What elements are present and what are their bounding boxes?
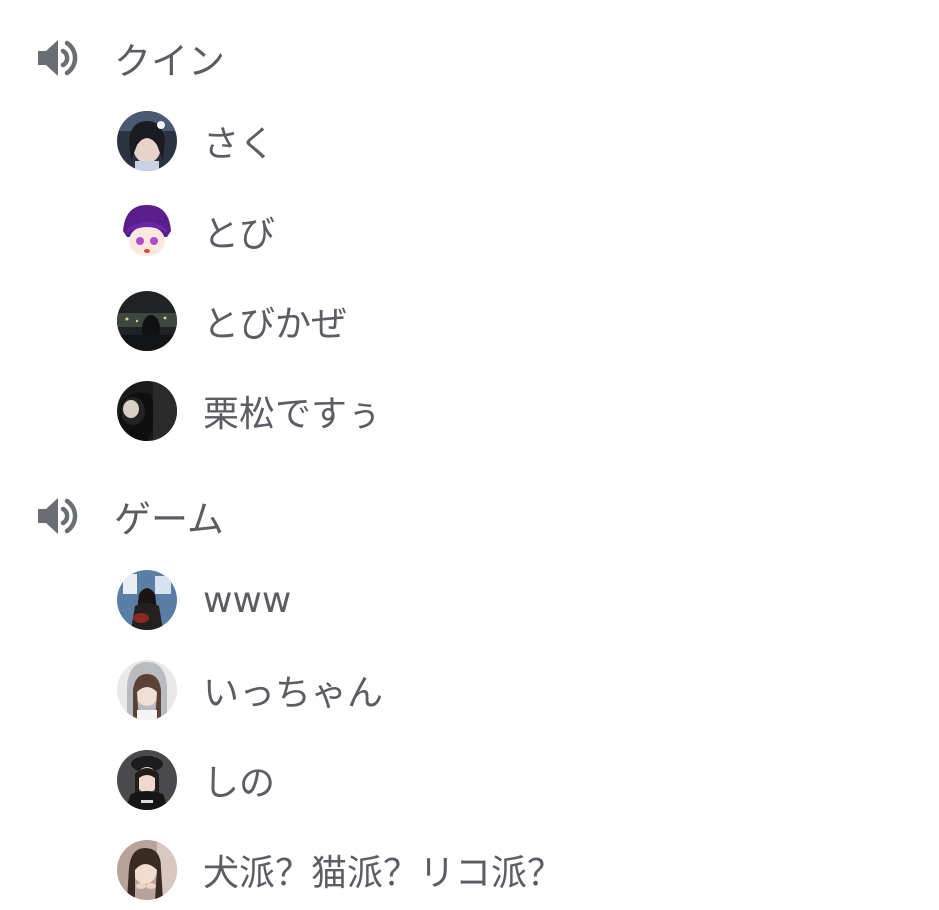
voice-member[interactable]: しの <box>117 750 275 810</box>
speaker-icon <box>38 40 78 76</box>
voice-member[interactable]: いっちゃん <box>117 660 383 720</box>
voice-member[interactable]: 栗松ですぅ <box>117 381 382 441</box>
avatar[interactable] <box>117 570 177 630</box>
member-name: www <box>203 579 292 621</box>
voice-channel-game[interactable]: ゲーム <box>36 491 224 541</box>
member-name: いっちゃん <box>203 673 384 714</box>
member-name: とびかぜ <box>203 304 348 345</box>
voice-member[interactable]: さく <box>117 111 275 171</box>
voice-member[interactable]: 犬派？猫派？リコ派？ <box>117 840 563 900</box>
avatar[interactable] <box>117 381 177 441</box>
avatar[interactable] <box>117 750 177 810</box>
voice-member[interactable]: とび <box>117 201 275 261</box>
channel-name: ゲーム <box>114 498 224 541</box>
channel-name: クイン <box>114 40 225 83</box>
member-name: 栗松ですぅ <box>203 394 382 435</box>
avatar[interactable] <box>117 201 177 261</box>
avatar[interactable] <box>117 291 177 351</box>
avatar[interactable] <box>117 111 177 171</box>
voice-channel-quin[interactable]: クイン <box>36 33 225 83</box>
member-name: さく <box>203 124 276 165</box>
avatar[interactable] <box>117 840 177 900</box>
member-name: しの <box>203 763 276 804</box>
member-name: 犬派？猫派？リコ派？ <box>203 853 564 894</box>
voice-member[interactable]: とびかぜ <box>117 291 347 351</box>
avatar[interactable] <box>117 660 177 720</box>
voice-member[interactable]: www <box>117 570 291 630</box>
speaker-icon <box>38 498 78 534</box>
member-name: とび <box>203 214 276 255</box>
